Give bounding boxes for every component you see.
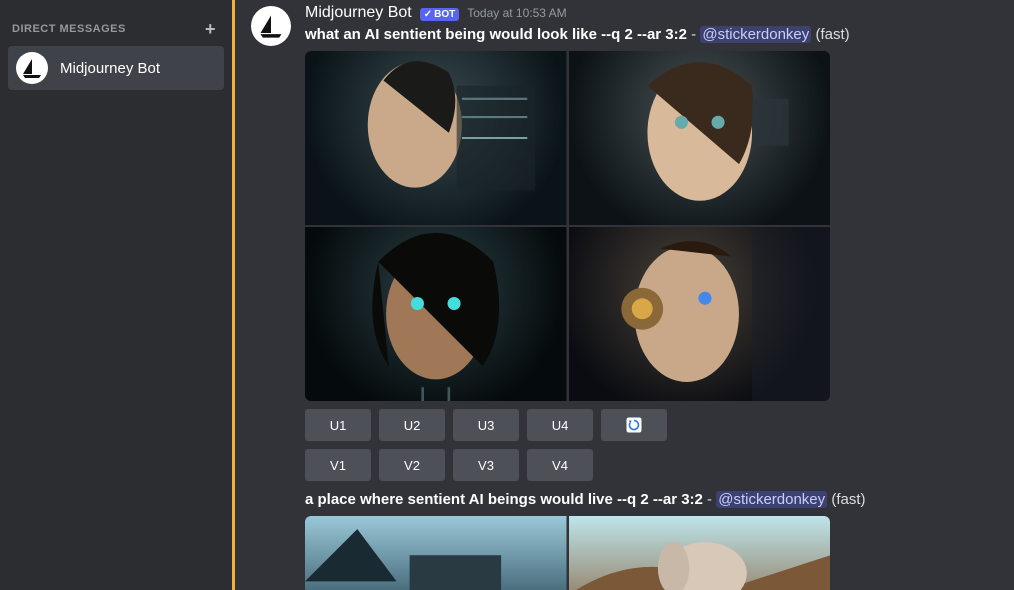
- message-header: Midjourney Bot BOT Today at 10:53 AM: [305, 4, 998, 22]
- generated-image: [569, 516, 831, 590]
- image-cell-4[interactable]: [569, 227, 831, 401]
- image-cell-2[interactable]: [569, 516, 831, 590]
- prompt-line: what an AI sentient being would look lik…: [305, 24, 998, 45]
- dm-header-label: Direct Messages: [12, 23, 126, 35]
- reroll-button[interactable]: [601, 409, 667, 441]
- render-mode: (fast): [811, 26, 849, 43]
- sailboat-icon: [257, 12, 285, 40]
- image-cell-1[interactable]: [305, 516, 567, 590]
- generated-image: [305, 51, 567, 225]
- u4-button[interactable]: U4: [527, 409, 593, 441]
- v4-button[interactable]: V4: [527, 449, 593, 481]
- generated-image: [305, 227, 567, 401]
- prompt-separator: -: [703, 491, 716, 508]
- dm-item-midjourney[interactable]: Midjourney Bot: [8, 46, 224, 90]
- generated-image: [569, 51, 831, 225]
- dm-avatar: [16, 52, 48, 84]
- image-cell-3[interactable]: [305, 227, 567, 401]
- u3-button[interactable]: U3: [453, 409, 519, 441]
- user-mention[interactable]: @stickerdonkey: [700, 26, 811, 43]
- create-dm-icon[interactable]: +: [205, 20, 216, 38]
- message-author[interactable]: Midjourney Bot: [305, 4, 412, 22]
- dm-header: Direct Messages +: [8, 8, 224, 42]
- sailboat-icon: [20, 56, 44, 80]
- image-grid[interactable]: [305, 51, 830, 401]
- upscale-button-row: U1 U2 U3 U4: [305, 409, 998, 441]
- image-cell-1[interactable]: [305, 51, 567, 225]
- prompt-separator: -: [687, 26, 700, 43]
- image-grid[interactable]: [305, 516, 830, 590]
- u1-button[interactable]: U1: [305, 409, 371, 441]
- prompt-text: what an AI sentient being would look lik…: [305, 26, 687, 43]
- prompt-line: a place where sentient AI beings would l…: [305, 489, 998, 510]
- message-body: Midjourney Bot BOT Today at 10:53 AM wha…: [305, 4, 998, 590]
- u2-button[interactable]: U2: [379, 409, 445, 441]
- bot-badge: BOT: [420, 8, 460, 21]
- prompt-text: a place where sentient AI beings would l…: [305, 491, 703, 508]
- chat-area: Midjourney Bot BOT Today at 10:53 AM wha…: [235, 0, 1014, 590]
- variation-button-row: V1 V2 V3 V4: [305, 449, 998, 481]
- user-mention[interactable]: @stickerdonkey: [716, 491, 827, 508]
- generated-image: [569, 227, 831, 401]
- image-cell-2[interactable]: [569, 51, 831, 225]
- message: Midjourney Bot BOT Today at 10:53 AM wha…: [251, 4, 998, 590]
- v2-button[interactable]: V2: [379, 449, 445, 481]
- v1-button[interactable]: V1: [305, 449, 371, 481]
- message-timestamp: Today at 10:53 AM: [467, 6, 566, 20]
- refresh-icon: [625, 416, 643, 434]
- dm-sidebar: Direct Messages + Midjourney Bot: [0, 0, 232, 590]
- v3-button[interactable]: V3: [453, 449, 519, 481]
- generated-image: [305, 516, 567, 590]
- render-mode: (fast): [827, 491, 865, 508]
- dm-item-label: Midjourney Bot: [60, 60, 160, 77]
- message-avatar[interactable]: [251, 6, 291, 46]
